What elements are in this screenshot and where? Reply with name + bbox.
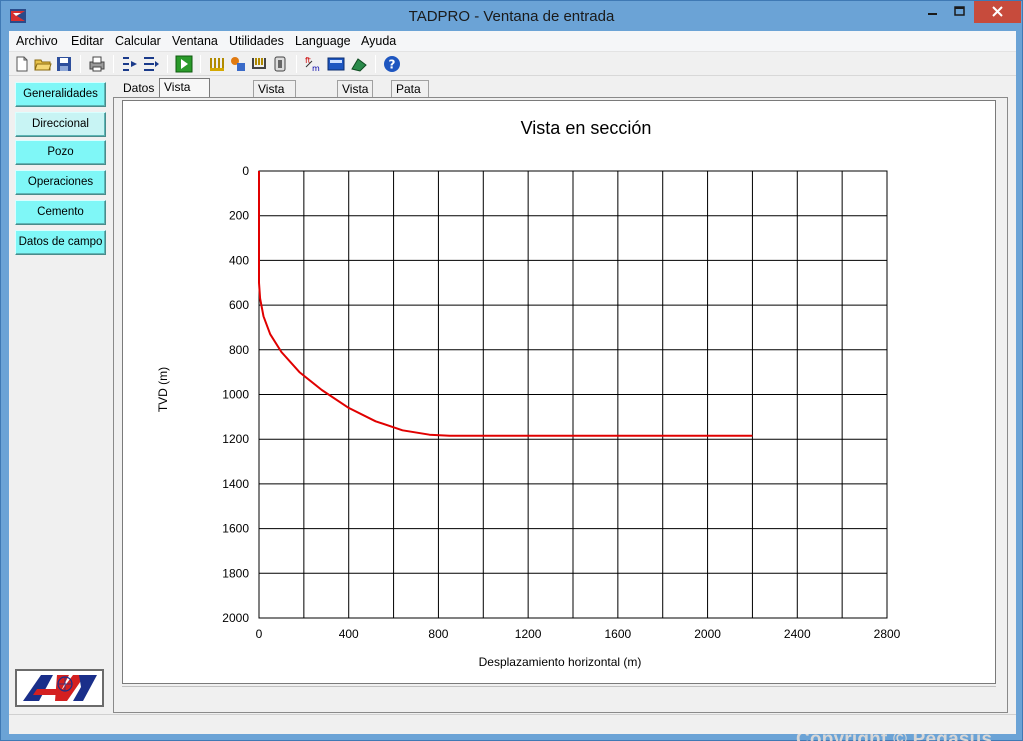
tab-pata-de-perro[interactable]: Pata de perro bbox=[391, 80, 430, 128]
x-axis-label: Desplazamiento horizontal (m) bbox=[479, 655, 642, 669]
minimize-button[interactable] bbox=[919, 1, 946, 23]
status-bar bbox=[9, 714, 1016, 734]
maximize-button[interactable] bbox=[946, 1, 973, 23]
run-icon[interactable] bbox=[175, 55, 193, 73]
new-file-icon[interactable] bbox=[13, 55, 31, 73]
y-tick-label: 2000 bbox=[222, 611, 249, 625]
pegasus-logo-icon bbox=[23, 675, 97, 701]
section-view-chart: Vista en sección0 400 800 1200 1600 2000 2400 2… bbox=[156, 118, 901, 669]
x-tick-label: 0 bbox=[256, 627, 263, 641]
nav-generalidades-button[interactable]: Generalidades bbox=[15, 82, 106, 107]
toolbar-separator bbox=[80, 55, 81, 73]
menu-utilidades[interactable]: Utilidades bbox=[229, 34, 284, 48]
bottom-panel bbox=[122, 686, 996, 710]
x-tick-label: 1200 bbox=[515, 627, 542, 641]
x-tick-label: 400 bbox=[339, 627, 359, 641]
tab-content: Vista en sección 0 400 800 1200 1600 2000 2400 2… bbox=[113, 97, 1008, 741]
toolbar-separator bbox=[375, 55, 376, 73]
window-title: TADPRO - Ventana de entrada bbox=[408, 8, 615, 25]
toolbar: ft m ? bbox=[9, 52, 1016, 76]
y-tick-label: 1200 bbox=[222, 432, 249, 446]
nav-datos-de-campo-button[interactable]: Datos de campo bbox=[15, 230, 106, 255]
calculator-icon[interactable] bbox=[327, 55, 345, 73]
close-icon bbox=[992, 6, 1003, 17]
x-tick-label: 800 bbox=[428, 627, 448, 641]
menu-editar[interactable]: Editar bbox=[71, 34, 104, 48]
y-tick-label: 1800 bbox=[222, 566, 249, 580]
y-tick-label: 0 bbox=[242, 164, 249, 178]
indent-icon[interactable] bbox=[121, 55, 139, 73]
tool-4-icon[interactable] bbox=[271, 55, 289, 73]
chart-title: Vista en sección bbox=[521, 118, 652, 138]
menu-calcular[interactable]: Calcular bbox=[115, 34, 161, 48]
minimize-icon bbox=[928, 13, 937, 15]
close-button[interactable] bbox=[974, 1, 1021, 23]
y-tick-label: 400 bbox=[229, 253, 249, 267]
tool-2-icon[interactable] bbox=[229, 55, 247, 73]
help-icon[interactable]: ? bbox=[383, 55, 401, 73]
x-tick-label: 2800 bbox=[874, 627, 901, 641]
tab-vista-en-seccion[interactable]: Vista en sección bbox=[159, 78, 210, 126]
trajectory-line-0 bbox=[258, 171, 753, 437]
y-tick-label: 200 bbox=[229, 209, 249, 223]
menu-archivo[interactable]: Archivo bbox=[16, 34, 58, 48]
maximize-icon bbox=[954, 6, 965, 16]
x-tick-label: 2000 bbox=[694, 627, 721, 641]
save-icon[interactable] bbox=[55, 55, 73, 73]
menu-language[interactable]: Language bbox=[295, 34, 351, 48]
x-tick-label: 2400 bbox=[784, 627, 811, 641]
nav-operaciones-button[interactable]: Operaciones bbox=[15, 170, 106, 195]
title-bar[interactable]: TADPRO - Ventana de entrada bbox=[1, 1, 1022, 31]
nav-pozo-button[interactable]: Pozo bbox=[15, 140, 106, 165]
menu-bar: Archivo Editar Calcular Ventana Utilidad… bbox=[9, 31, 1016, 52]
open-folder-icon[interactable] bbox=[34, 55, 52, 73]
print-icon[interactable] bbox=[88, 55, 106, 73]
tab-vista-en-planta[interactable]: Vista en planta bbox=[253, 80, 296, 128]
menu-ayuda[interactable]: Ayuda bbox=[361, 34, 396, 48]
tab-datos[interactable]: Datos bbox=[119, 80, 158, 98]
y-tick-label: 1400 bbox=[222, 477, 249, 491]
toolbar-separator bbox=[167, 55, 168, 73]
outdent-icon[interactable] bbox=[142, 55, 160, 73]
toolbar-separator bbox=[113, 55, 114, 73]
client-area: Archivo Editar Calcular Ventana Utilidad… bbox=[9, 31, 1016, 741]
menu-ventana[interactable]: Ventana bbox=[172, 34, 218, 48]
y-tick-label: 600 bbox=[229, 298, 249, 312]
tool-1-icon[interactable] bbox=[208, 55, 226, 73]
toolbar-separator bbox=[296, 55, 297, 73]
y-axis-label: TVD (m) bbox=[156, 367, 170, 412]
left-panel: Generalidades Direccional Pozo Operacion… bbox=[9, 77, 112, 713]
graph-icon[interactable] bbox=[350, 55, 368, 73]
svg-text:m: m bbox=[312, 64, 320, 73]
nav-cemento-button[interactable]: Cemento bbox=[15, 200, 106, 225]
nav-direccional-button[interactable]: Direccional bbox=[15, 112, 106, 137]
toolbar-separator bbox=[200, 55, 201, 73]
tab-vista-3d[interactable]: Vista 3D bbox=[337, 80, 374, 112]
svg-text:?: ? bbox=[389, 58, 396, 72]
app-window: TADPRO - Ventana de entrada Archivo Edit… bbox=[0, 0, 1023, 741]
y-tick-label: 1000 bbox=[222, 388, 249, 402]
company-logo bbox=[15, 669, 104, 707]
unit-convert-icon[interactable]: ftm bbox=[304, 55, 322, 73]
x-tick-label: 1600 bbox=[605, 627, 632, 641]
y-tick-label: 800 bbox=[229, 343, 249, 357]
tool-3-icon[interactable] bbox=[250, 55, 268, 73]
y-tick-label: 1600 bbox=[222, 522, 249, 536]
plot-panel: Vista en sección 0 400 800 1200 1600 2000 2400 2… bbox=[122, 100, 996, 741]
